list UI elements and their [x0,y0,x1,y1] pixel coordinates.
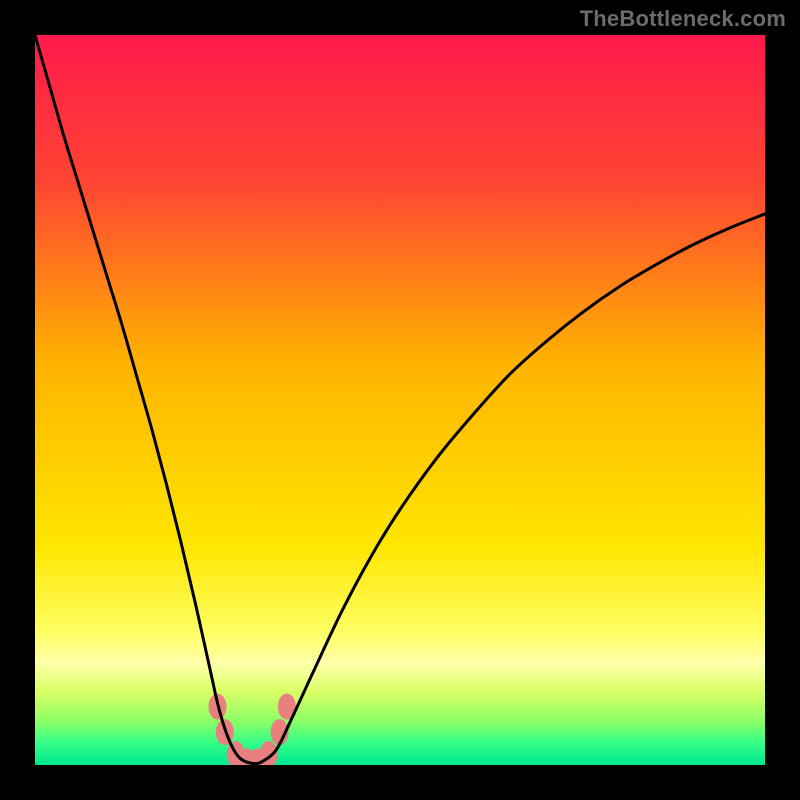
chart-svg [35,35,765,765]
chart-plot-area [35,35,765,765]
watermark-text: TheBottleneck.com [580,6,786,32]
chart-frame: TheBottleneck.com [0,0,800,800]
